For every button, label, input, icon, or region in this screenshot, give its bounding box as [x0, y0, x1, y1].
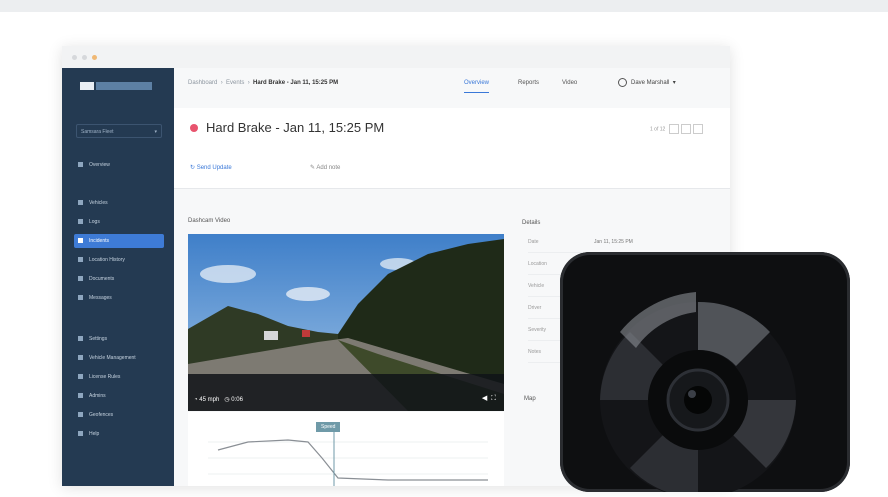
sidebar-item-label: Location History: [89, 257, 125, 263]
list-icon: [78, 219, 83, 225]
sidebar-item-overview[interactable]: Overview: [74, 158, 164, 172]
sidebar-item-location-history[interactable]: Location History: [74, 253, 164, 267]
detail-key: Date: [528, 239, 539, 245]
add-note-label: Add note: [316, 165, 341, 171]
video-section-title: Dashcam Video: [188, 218, 231, 224]
sidebar-item-label: Help: [89, 431, 100, 437]
chevron-down-icon: ▾: [671, 80, 676, 87]
video-overlay-left: ◔ 45 mph ◷ 0:06: [194, 396, 243, 403]
dashcam-frame: [188, 234, 504, 411]
sidebar-item-label: Logs: [89, 219, 100, 225]
alert-status-icon: [190, 124, 198, 132]
sidebar-item-incidents[interactable]: Incidents: [74, 234, 164, 248]
chart-marker-label: Speed: [316, 422, 341, 432]
sidebar-item-label: Overview: [89, 162, 110, 168]
more-button[interactable]: [692, 124, 703, 134]
org-selector-label: Samsara Fleet: [81, 129, 114, 135]
sidebar-item-documents[interactable]: Documents: [74, 272, 164, 286]
sidebar: Samsara Fleet ▾ Overview Vehicles Logs I…: [62, 68, 174, 486]
gear-icon: [78, 336, 83, 342]
sidebar-item-messages[interactable]: Messages: [74, 291, 164, 305]
page-top-strip: [0, 0, 888, 12]
time-readout: 0:06: [231, 397, 243, 403]
page-title: Hard Brake - Jan 11, 15:25 PM: [206, 120, 385, 135]
volume-icon[interactable]: ◀: [482, 395, 487, 402]
user-menu[interactable]: Dave Marshall ▾: [618, 78, 676, 87]
window-minimize-dot[interactable]: [82, 55, 87, 60]
user-name: Dave Marshall: [631, 80, 670, 87]
org-selector[interactable]: Samsara Fleet ▾: [76, 124, 162, 138]
sidebar-item-logs[interactable]: Logs: [74, 215, 164, 229]
window-zoom-dot[interactable]: [92, 55, 97, 60]
detail-key: Location: [528, 261, 547, 267]
dashcam-video-player[interactable]: ◔ 45 mph ◷ 0:06 ◀ ⛶: [188, 234, 504, 411]
dashcam-device-image: [560, 252, 850, 497]
breadcrumb-root[interactable]: Dashboard: [188, 80, 217, 86]
home-icon: [78, 162, 83, 168]
tab-overview[interactable]: Overview: [464, 80, 490, 93]
chevron-down-icon: ▾: [154, 129, 157, 135]
sidebar-item-label: Geofences: [89, 412, 114, 418]
sidebar-item-label: Vehicles: [89, 200, 108, 206]
sidebar-item-label: Vehicle Management: [89, 355, 136, 361]
detail-value: Jan 11, 15:25 PM: [594, 239, 633, 245]
sidebar-item-label: Admins: [89, 393, 106, 399]
breadcrumb-current: Hard Brake - Jan 11, 15:25 PM: [253, 80, 339, 86]
map-section-title: Map: [524, 396, 536, 402]
truck-icon: [78, 200, 83, 206]
sidebar-item-vehicle-management[interactable]: Vehicle Management: [74, 351, 164, 365]
fullscreen-icon[interactable]: ⛶: [491, 395, 496, 402]
send-update-button[interactable]: ↻ Send Update: [190, 164, 232, 171]
user-icon: [78, 393, 83, 399]
speed-line: [208, 430, 488, 486]
speed-readout: 45 mph: [199, 397, 220, 403]
window-titlebar: [62, 46, 730, 68]
speed-chart: Speed: [188, 412, 504, 486]
map-icon: [78, 412, 83, 418]
sidebar-item-label: License Rules: [89, 374, 121, 380]
tab-video[interactable]: Video: [562, 80, 577, 86]
pin-icon: [78, 257, 83, 263]
sidebar-item-label: Incidents: [89, 238, 110, 244]
event-header: Hard Brake - Jan 11, 15:25 PM 1 of 12 ↻ …: [174, 108, 730, 189]
sidebar-item-geofences[interactable]: Geofences: [74, 408, 164, 422]
sidebar-item-label: Messages: [89, 295, 112, 301]
details-section-title: Details: [522, 220, 541, 226]
send-update-label: Send Update: [196, 165, 232, 171]
clock-icon: ◷: [224, 397, 230, 403]
sidebar-item-admins[interactable]: Admins: [74, 389, 164, 403]
detail-row: Date Jan 11, 15:25 PM: [528, 232, 708, 253]
avatar: [618, 78, 627, 87]
sidebar-section-label: Settings: [89, 336, 108, 342]
pager-label: 1 of 12: [650, 126, 666, 133]
sidebar-item-label: Documents: [89, 276, 115, 282]
detail-key: Driver: [528, 305, 542, 311]
dashcam-lens-icon: [600, 292, 796, 497]
breadcrumb: Dashboard › Events › Hard Brake - Jan 11…: [188, 80, 339, 86]
prev-button[interactable]: [668, 124, 679, 134]
window-close-dot[interactable]: [72, 55, 77, 60]
alert-icon: [78, 238, 83, 244]
video-controls-right: ◀ ⛶: [482, 394, 496, 403]
sidebar-item-vehicles[interactable]: Vehicles: [74, 196, 164, 210]
speed-icon: ◔: [194, 397, 198, 403]
shield-icon: [78, 374, 83, 380]
next-button[interactable]: [680, 124, 691, 134]
sidebar-item-help[interactable]: Help: [74, 427, 164, 441]
tab-reports[interactable]: Reports: [518, 80, 539, 86]
help-icon: [78, 431, 83, 437]
doc-icon: [78, 276, 83, 282]
add-note-button[interactable]: ✎ Add note: [310, 164, 340, 171]
sidebar-item-license-rules[interactable]: License Rules: [74, 370, 164, 384]
detail-key: Notes: [528, 349, 542, 355]
sidebar-section-settings: Settings: [74, 332, 164, 346]
brand-logo: [80, 82, 160, 92]
detail-key: Severity: [528, 327, 547, 333]
breadcrumb-section[interactable]: Events: [226, 80, 244, 86]
car-icon: [78, 355, 83, 361]
event-pager: 1 of 12: [650, 124, 703, 134]
chat-icon: [78, 295, 83, 301]
detail-key: Vehicle: [528, 283, 545, 289]
